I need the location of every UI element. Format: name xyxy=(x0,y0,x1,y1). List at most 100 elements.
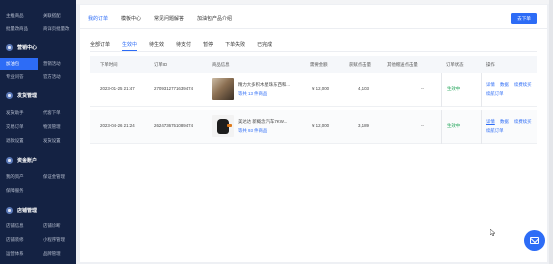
order-amount: ¥ 12,000 xyxy=(312,86,330,91)
filter-tab-failed[interactable]: 下单失败 xyxy=(225,41,245,48)
filter-tab-unpaid[interactable]: 待支付 xyxy=(176,41,191,48)
order-id: 2709312771639474 xyxy=(154,86,194,91)
sidebar-item-shipping-settings[interactable]: 发货设置 xyxy=(43,138,61,144)
table-header: 下单时间 订单ID 商品信息 需要金额 获赋点击量 其他赠送点击量 订单状态 操… xyxy=(90,56,537,73)
sidebar-item-trade-orders[interactable]: 交易订单 xyxy=(6,124,24,130)
sidebar-section-title: 资金账户 xyxy=(17,157,38,164)
product-count-link[interactable]: 等共 93 件商品 xyxy=(238,128,267,134)
product-thumbnail[interactable] xyxy=(212,115,234,137)
order-time: 2023-01-25 21:47 xyxy=(100,86,135,91)
order-time: 2023-04-26 21:24 xyxy=(100,123,135,128)
column-divider xyxy=(481,110,482,144)
order-clicks: 3,189 xyxy=(358,123,369,128)
sidebar-section-store[interactable]: 店铺管理 xyxy=(6,205,76,215)
sidebar-section-funds[interactable]: 资金账户 xyxy=(6,155,76,165)
detail-link[interactable]: 详情 xyxy=(486,82,495,88)
table-row: 2023-01-25 21:47 2709312771639474 精力大多积木… xyxy=(90,73,537,107)
sidebar-section-title: 营销中心 xyxy=(17,44,38,51)
sidebar-item-store-info[interactable]: 店铺信息 xyxy=(6,223,24,229)
column-divider xyxy=(441,110,442,144)
top-strip xyxy=(76,0,553,4)
marketing-icon xyxy=(6,43,13,51)
filter-tab-paused[interactable]: 暂停 xyxy=(203,41,213,48)
tab-template-center[interactable]: 模板中心 xyxy=(121,12,141,26)
column-header-time: 下单时间 xyxy=(100,62,118,67)
filter-tab-completed[interactable]: 已完成 xyxy=(257,41,272,48)
sidebar-item-proxy-order[interactable]: 代客下单 xyxy=(43,110,61,116)
sidebar-item-logistics[interactable]: 物流管理 xyxy=(43,124,61,130)
filter-tab-pending[interactable]: 待生效 xyxy=(149,41,164,48)
sidebar-item-my-assets[interactable]: 我的资产 xyxy=(6,174,24,180)
column-header-actions: 操作 xyxy=(486,62,495,67)
sidebar-item-main-products[interactable]: 主推商品 xyxy=(6,13,24,19)
column-header-status: 订单状态 xyxy=(446,62,464,67)
order-clicks: 4,103 xyxy=(358,86,369,91)
filter-tab-all[interactable]: 全部订单 xyxy=(90,41,110,48)
order-id: 2624736751089474 xyxy=(154,123,194,128)
column-header-bonus-clicks: 其他赠送点击量 xyxy=(387,62,418,67)
sidebar-item-guarantee[interactable]: 保障服务 xyxy=(6,188,24,194)
sidebar-item-refund-settings[interactable]: 退款设置 xyxy=(6,138,24,144)
column-divider xyxy=(481,73,482,107)
help-button[interactable] xyxy=(524,230,545,251)
continue-order-link[interactable]: 续航订单 xyxy=(486,91,504,97)
sidebar-item-brand[interactable]: 品牌管理 xyxy=(43,251,61,257)
sidebar-section-title: 发货管理 xyxy=(17,92,38,99)
shipping-icon xyxy=(6,91,13,99)
tab-faq[interactable]: 常见问题解答 xyxy=(154,12,184,26)
column-header-product: 商品信息 xyxy=(212,62,230,67)
filter-tab-active[interactable]: 生效中 xyxy=(122,41,138,51)
product-thumbnail[interactable] xyxy=(212,78,234,100)
main-panel: 我的订单 模板中心 常见问题解答 加油包产品介绍 去下单 全部订单 生效中 待生… xyxy=(80,5,547,262)
product-count-link[interactable]: 等共 13 件商品 xyxy=(238,91,267,97)
order-status-badge: 生效中 xyxy=(447,123,461,128)
sidebar: 主推商品 关联搭配 批量改商品 商详页批量改 营销中心 加油包 营销活动 专业问… xyxy=(0,0,76,264)
product-name[interactable]: 精力大多积木星珠东西和... xyxy=(238,82,290,88)
sidebar-item-deposit[interactable]: 保证金管理 xyxy=(43,174,65,180)
kettle-spout xyxy=(227,124,232,127)
order-bonus: -- xyxy=(421,86,424,91)
sidebar-item-marketing-activities[interactable]: 营销活动 xyxy=(43,61,61,67)
wallet-icon xyxy=(6,156,13,164)
sidebar-item-official-activities[interactable]: 官方活动 xyxy=(43,74,61,80)
sidebar-item-store-decor[interactable]: 店铺装修 xyxy=(6,237,24,243)
tab-my-orders[interactable]: 我的订单 xyxy=(88,12,109,29)
renew-link[interactable]: 续费续买 xyxy=(514,119,532,125)
continue-order-link[interactable]: 续航订单 xyxy=(486,128,504,134)
renew-link[interactable]: 续费续买 xyxy=(514,82,532,88)
order-filter-tabs: 全部订单 生效中 待生效 待支付 暂停 下单失败 已完成 xyxy=(90,41,284,51)
sidebar-item-batch-products[interactable]: 批量改商品 xyxy=(6,26,28,32)
table-row: 2023-04-26 21:24 2624736751089474 美达达 新概… xyxy=(90,110,537,144)
data-link[interactable]: 数据 xyxy=(500,82,509,88)
store-icon xyxy=(6,206,13,214)
sidebar-section-marketing[interactable]: 营销中心 xyxy=(6,42,76,52)
column-header-amount: 需要金额 xyxy=(310,62,328,67)
column-header-clicks: 获赋点击量 xyxy=(349,62,371,67)
order-status-badge: 生效中 xyxy=(447,86,461,91)
divider xyxy=(80,28,547,29)
sidebar-section-shipping[interactable]: 发货管理 xyxy=(6,90,76,100)
column-divider xyxy=(441,73,442,107)
mouse-cursor-icon xyxy=(490,229,496,236)
column-header-order-id: 订单ID xyxy=(154,62,168,67)
header-tabs: 我的订单 模板中心 常见问题解答 加油包产品介绍 xyxy=(88,12,245,29)
sidebar-item-booster-pack[interactable]: 加油包 xyxy=(6,61,19,67)
divider xyxy=(90,51,537,52)
data-link[interactable]: 数据 xyxy=(500,119,509,125)
sidebar-item-mini-program[interactable]: 小程序管理 xyxy=(43,237,65,243)
order-bonus: -- xyxy=(421,123,424,128)
order-amount: ¥ 12,000 xyxy=(312,123,330,128)
sidebar-item-operations[interactable]: 运营体系 xyxy=(6,251,24,257)
sidebar-item-shipping-assistant[interactable]: 发货助手 xyxy=(6,110,24,116)
sidebar-item-related-match[interactable]: 关联搭配 xyxy=(43,13,61,19)
sidebar-section-title: 店铺管理 xyxy=(17,207,38,214)
place-order-button[interactable]: 去下单 xyxy=(511,13,537,24)
sidebar-item-qa[interactable]: 专业问答 xyxy=(6,74,24,80)
product-name[interactable]: 美达达 新概念汽车7KW... xyxy=(238,119,287,125)
scrollbar[interactable] xyxy=(549,0,553,264)
sidebar-item-batch-details[interactable]: 商详页批量改 xyxy=(43,26,69,32)
detail-link[interactable]: 详情 xyxy=(486,119,495,125)
tab-booster-intro[interactable]: 加油包产品介绍 xyxy=(197,12,232,26)
envelope-icon xyxy=(530,237,539,244)
sidebar-item-store-diagnosis[interactable]: 店铺诊断 xyxy=(43,223,61,229)
